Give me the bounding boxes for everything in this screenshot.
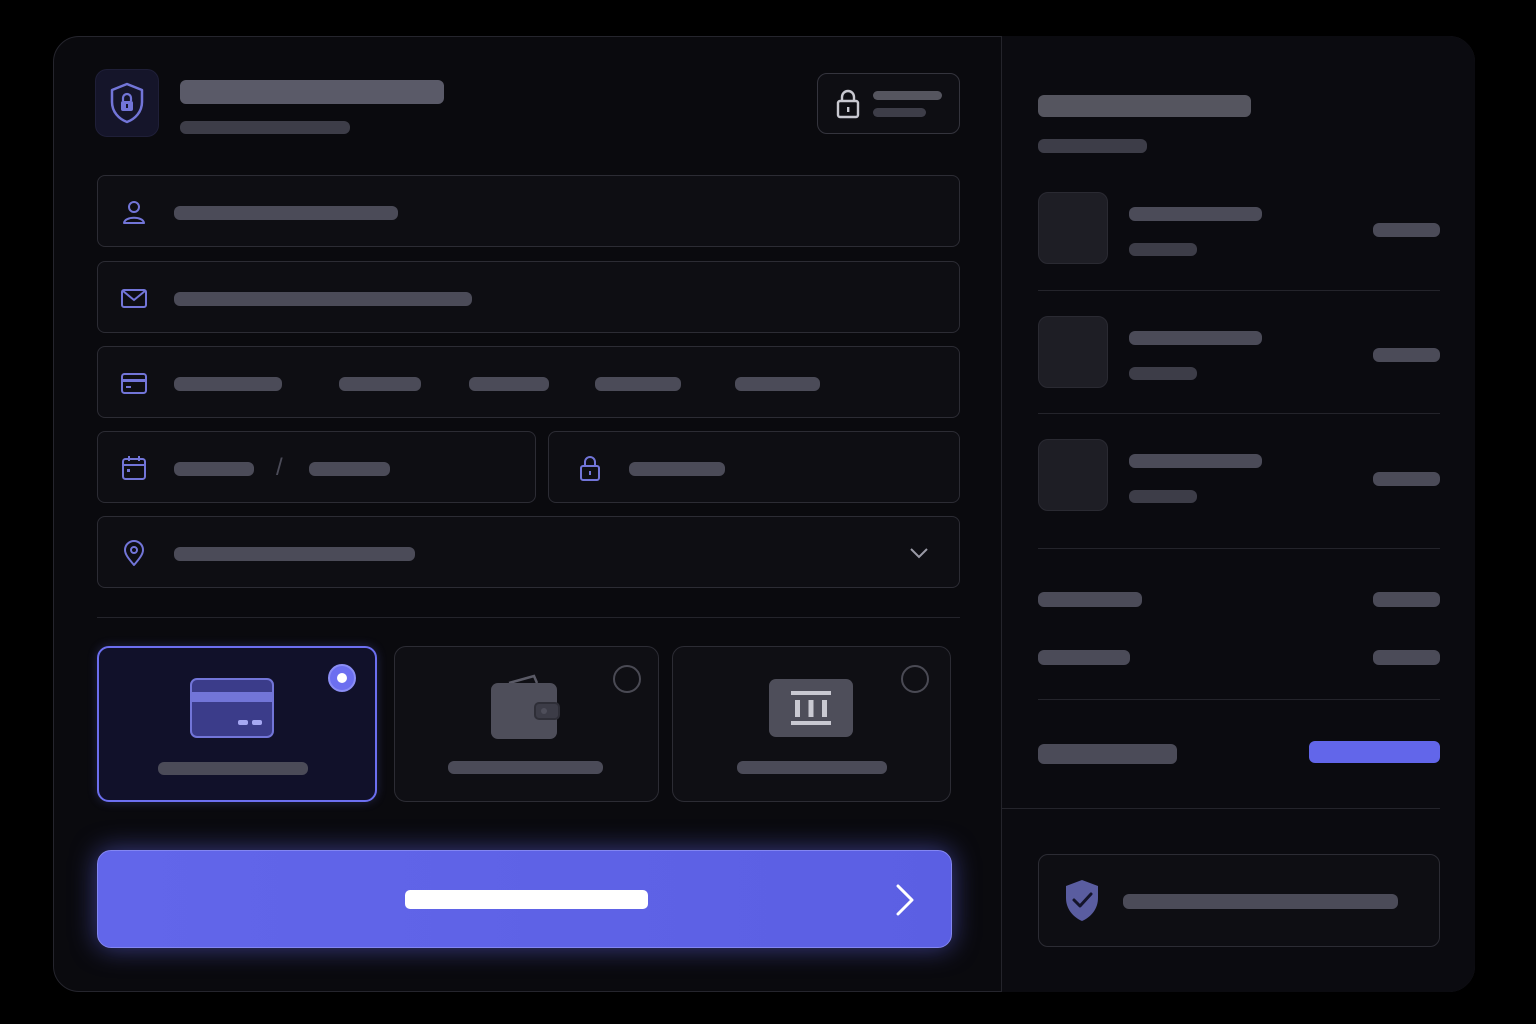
credit-card-icon [121,373,147,394]
summary-title [1038,95,1251,117]
address-value [174,547,415,561]
payment-option-bank-radio[interactable] [901,665,929,693]
payment-option-bank[interactable] [672,646,951,802]
item-divider [1038,290,1440,291]
card-number-field[interactable] [97,346,960,418]
form-divider [97,617,960,618]
chevron-down-icon[interactable] [907,541,931,565]
expiry-separator: / [276,454,283,481]
lock-icon [836,89,860,119]
payment-option-wallet-radio[interactable] [613,665,641,693]
total-value [1309,741,1440,763]
item-meta [1129,490,1197,503]
secure-badge-label [873,91,942,100]
total-label [1038,744,1177,764]
card-number-group-4 [595,377,681,391]
subtotal-value [1373,592,1440,607]
secure-badge-sublabel [873,108,926,117]
item-meta [1129,367,1197,380]
trust-badge [1038,854,1440,947]
payment-option-wallet-label [448,761,603,774]
calendar-icon [122,456,146,480]
chevron-right-icon [896,884,914,916]
subtotal-label [1038,592,1142,607]
trust-text [1123,894,1398,909]
item-thumbnail [1038,439,1108,511]
pay-button-label [405,890,648,909]
expiry-month [174,462,254,476]
item-divider [1038,413,1440,414]
expiry-field[interactable]: / [97,431,536,503]
tax-value [1373,650,1440,665]
order-summary-panel [1001,36,1475,992]
item-thumbnail [1038,316,1108,388]
brand-badge [95,69,159,137]
user-icon [123,201,145,224]
item-price [1373,223,1440,237]
payment-option-card-radio[interactable] [328,664,356,692]
page-title [180,80,444,104]
item-price [1373,348,1440,362]
card-number-group-3 [469,377,549,391]
cvc-field[interactable] [548,431,960,503]
secure-badge [817,73,960,134]
page-subtitle [180,121,350,134]
lock-icon [580,456,600,481]
item-thumbnail [1038,192,1108,264]
totals-divider [1038,699,1440,700]
email-field[interactable] [97,261,960,333]
summary-subtitle [1038,139,1147,153]
item-name [1129,454,1262,468]
shield-check-icon [1066,880,1098,921]
item-name [1129,331,1262,345]
bank-icon [769,679,853,737]
name-value [174,206,398,220]
wallet-icon [491,674,560,739]
card-number-group-2 [339,377,421,391]
items-divider [1038,548,1440,549]
mail-icon [121,289,147,308]
payment-option-card-label [158,762,308,775]
address-select[interactable] [97,516,960,588]
card-number-group-1 [174,377,282,391]
map-pin-icon [124,540,144,566]
item-meta [1129,243,1197,256]
credit-card-icon [190,678,274,738]
item-name [1129,207,1262,221]
tax-label [1038,650,1130,665]
pay-button[interactable] [97,850,952,948]
expiry-year [309,462,390,476]
item-price [1373,472,1440,486]
payment-option-bank-label [737,761,887,774]
email-value [174,292,472,306]
payment-option-wallet[interactable] [394,646,659,802]
name-field[interactable] [97,175,960,247]
cvc-value [629,462,725,476]
shield-lock-icon [110,82,144,124]
card-number-group-5 [735,377,820,391]
summary-footer-divider [1001,808,1440,809]
payment-option-card[interactable] [97,646,377,802]
